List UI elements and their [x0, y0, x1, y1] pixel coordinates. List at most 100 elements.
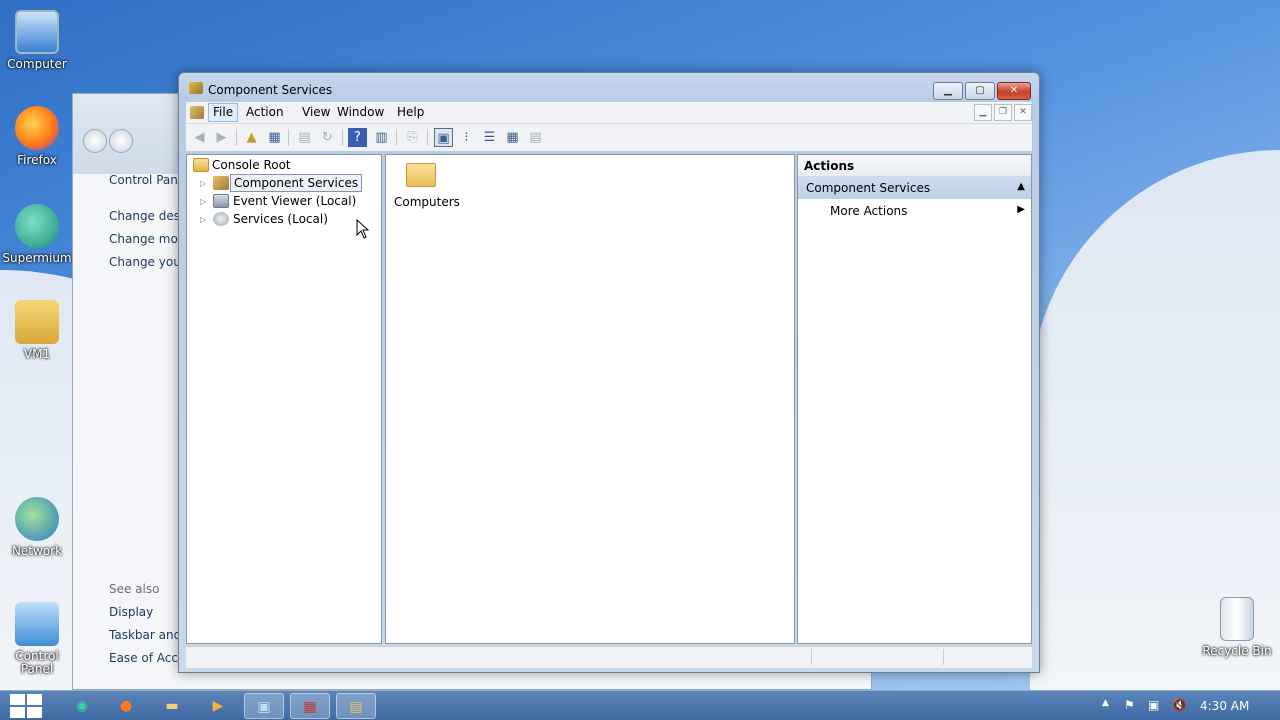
menu-help[interactable]: Help — [397, 105, 424, 119]
list-item[interactable]: Computers — [386, 155, 466, 215]
taskbar-component-services[interactable]: ▤ — [336, 693, 376, 719]
back-button[interactable] — [83, 129, 107, 153]
see-also-ease[interactable]: Ease of Acce — [109, 651, 185, 665]
firefox-icon — [15, 106, 59, 150]
control-panel-home-link[interactable]: Control Pane — [109, 173, 185, 187]
forward-arrow-icon[interactable]: ▶ — [212, 128, 231, 147]
menu-bar: File Action View Window Help ▁ ❐ ✕ — [186, 102, 1032, 124]
close-button[interactable]: ✕ — [997, 82, 1031, 100]
mouse-cursor-icon — [356, 219, 370, 239]
start-button[interactable] — [10, 694, 44, 718]
control-panel-icon — [15, 602, 59, 646]
expand-icon[interactable]: ▷ — [200, 215, 206, 224]
menu-window[interactable]: Window — [337, 105, 384, 119]
show-hidden-icons[interactable]: ▲ — [1102, 698, 1109, 708]
flag-icon[interactable]: ⚑ — [1124, 698, 1135, 712]
clock[interactable]: 4:30 AM — [1200, 699, 1249, 713]
expand-icon[interactable]: ▷ — [200, 179, 206, 188]
tree-label: Component Services — [230, 174, 363, 192]
actions-pane: Actions Component Services ▲ More Action… — [797, 154, 1032, 644]
forward-button[interactable] — [109, 129, 133, 153]
recycle-bin-icon — [1220, 597, 1254, 641]
gear-icon — [213, 212, 229, 226]
user-folder-icon — [15, 300, 59, 344]
child-minimize-button[interactable]: ▁ — [974, 104, 992, 121]
maximize-button[interactable]: ▢ — [965, 82, 995, 100]
folder-icon — [406, 163, 436, 187]
computer-icon — [15, 10, 59, 54]
taskbar-media-player[interactable]: ▶ — [198, 693, 238, 719]
volume-muted-icon[interactable]: 🔇 — [1172, 698, 1187, 712]
large-icons-view-icon[interactable]: ▣ — [434, 128, 453, 147]
help-icon[interactable]: ? — [348, 128, 367, 147]
component-services-window[interactable]: Component Services ▁ ▢ ✕ File Action Vie… — [178, 72, 1040, 673]
status-segment — [186, 649, 812, 665]
toolbar-separator — [396, 129, 397, 146]
cp-link-1[interactable]: Change desk — [109, 209, 187, 223]
show-hide-tree-icon[interactable]: ▦ — [265, 128, 284, 147]
toolbar-separator — [236, 129, 237, 146]
desktop-icon-supermium[interactable]: Supermium — [0, 204, 74, 265]
taskbar-explorer[interactable]: ▬ — [152, 693, 192, 719]
desktop-icon-recycle-bin[interactable]: Recycle Bin — [1200, 597, 1274, 658]
tree-label: Console Root — [212, 158, 291, 172]
minimize-button[interactable]: ▁ — [933, 82, 963, 100]
show-hide-action-pane-icon[interactable]: ▥ — [372, 128, 391, 147]
taskbar-control-panel[interactable]: ▣ — [244, 693, 284, 719]
toolbar: ◀ ▶ ▲ ▦ ▤ ↻ ? ▥ ⎘ ▣ ⁝ ☰ ▦ ▤ — [186, 124, 1032, 151]
see-also-heading: See also — [109, 582, 160, 596]
supermium-icon — [15, 204, 59, 248]
more-actions-item[interactable]: More Actions ▶ — [798, 199, 1031, 223]
toolbar-separator — [342, 129, 343, 146]
cp-link-2[interactable]: Change mou — [109, 232, 185, 246]
see-also-taskbar[interactable]: Taskbar and — [109, 628, 181, 642]
taskbar: ◉ ● ▬ ▶ ▣ ▦ ▤ ▲ ⚑ ▣ 🔇 4:30 AM — [0, 690, 1280, 720]
action-label: More Actions — [830, 204, 908, 218]
desktop-icon-firefox[interactable]: Firefox — [0, 106, 74, 167]
see-also-display[interactable]: Display — [109, 605, 153, 619]
taskbar-toolbox[interactable]: ▦ — [290, 693, 330, 719]
detail-view-icon[interactable]: ▦ — [503, 128, 522, 147]
collapse-icon[interactable]: ▲ — [1017, 181, 1025, 192]
properties-icon[interactable]: ▤ — [295, 128, 314, 147]
desktop-icon-computer[interactable]: Computer — [0, 10, 74, 71]
item-label: Computers — [394, 195, 460, 209]
menu-view[interactable]: View — [302, 105, 330, 119]
toolbar-separator — [288, 129, 289, 146]
tree-label: Event Viewer (Local) — [233, 194, 357, 208]
desktop-icon-control-panel[interactable]: Control Panel — [0, 602, 74, 676]
menu-file[interactable]: File — [208, 103, 239, 122]
network-tray-icon[interactable]: ▣ — [1148, 698, 1159, 712]
export-list-icon[interactable]: ▤ — [526, 128, 545, 147]
event-viewer-icon — [213, 194, 229, 208]
taskbar-supermium[interactable]: ◉ — [62, 693, 102, 719]
actions-header: Actions — [798, 155, 1031, 177]
console-tree-pane[interactable]: Console Root ▷ Component Services ▷ Even… — [186, 154, 382, 644]
status-segment — [812, 649, 944, 665]
desktop-icon-network[interactable]: Network — [0, 497, 74, 558]
network-icon — [15, 497, 59, 541]
status-bar — [186, 646, 1032, 668]
child-restore-button[interactable]: ❐ — [994, 104, 1012, 121]
results-pane[interactable]: Computers — [385, 154, 795, 644]
list-view-icon[interactable]: ☰ — [480, 128, 499, 147]
window-title: Component Services — [208, 83, 333, 97]
folder-icon — [193, 158, 209, 172]
back-arrow-icon[interactable]: ◀ — [190, 128, 209, 147]
child-close-button[interactable]: ✕ — [1014, 104, 1032, 121]
small-icons-view-icon[interactable]: ⁝ — [457, 128, 476, 147]
submenu-arrow-icon: ▶ — [1017, 204, 1025, 215]
actions-section-header[interactable]: Component Services ▲ — [798, 177, 1031, 199]
console-icon[interactable] — [190, 106, 204, 119]
toolbar-separator — [427, 129, 428, 146]
new-window-icon[interactable]: ⎘ — [403, 128, 422, 147]
desktop-icon-vm1[interactable]: VM1 — [0, 300, 74, 361]
taskbar-firefox[interactable]: ● — [106, 693, 146, 719]
cp-link-3[interactable]: Change your — [109, 255, 186, 269]
actions-section-label: Component Services — [806, 181, 931, 195]
titlebar[interactable]: Component Services ▁ ▢ ✕ — [179, 73, 1039, 103]
up-folder-icon[interactable]: ▲ — [242, 128, 261, 147]
menu-action[interactable]: Action — [246, 105, 284, 119]
refresh-icon[interactable]: ↻ — [318, 128, 337, 147]
expand-icon[interactable]: ▷ — [200, 197, 206, 206]
